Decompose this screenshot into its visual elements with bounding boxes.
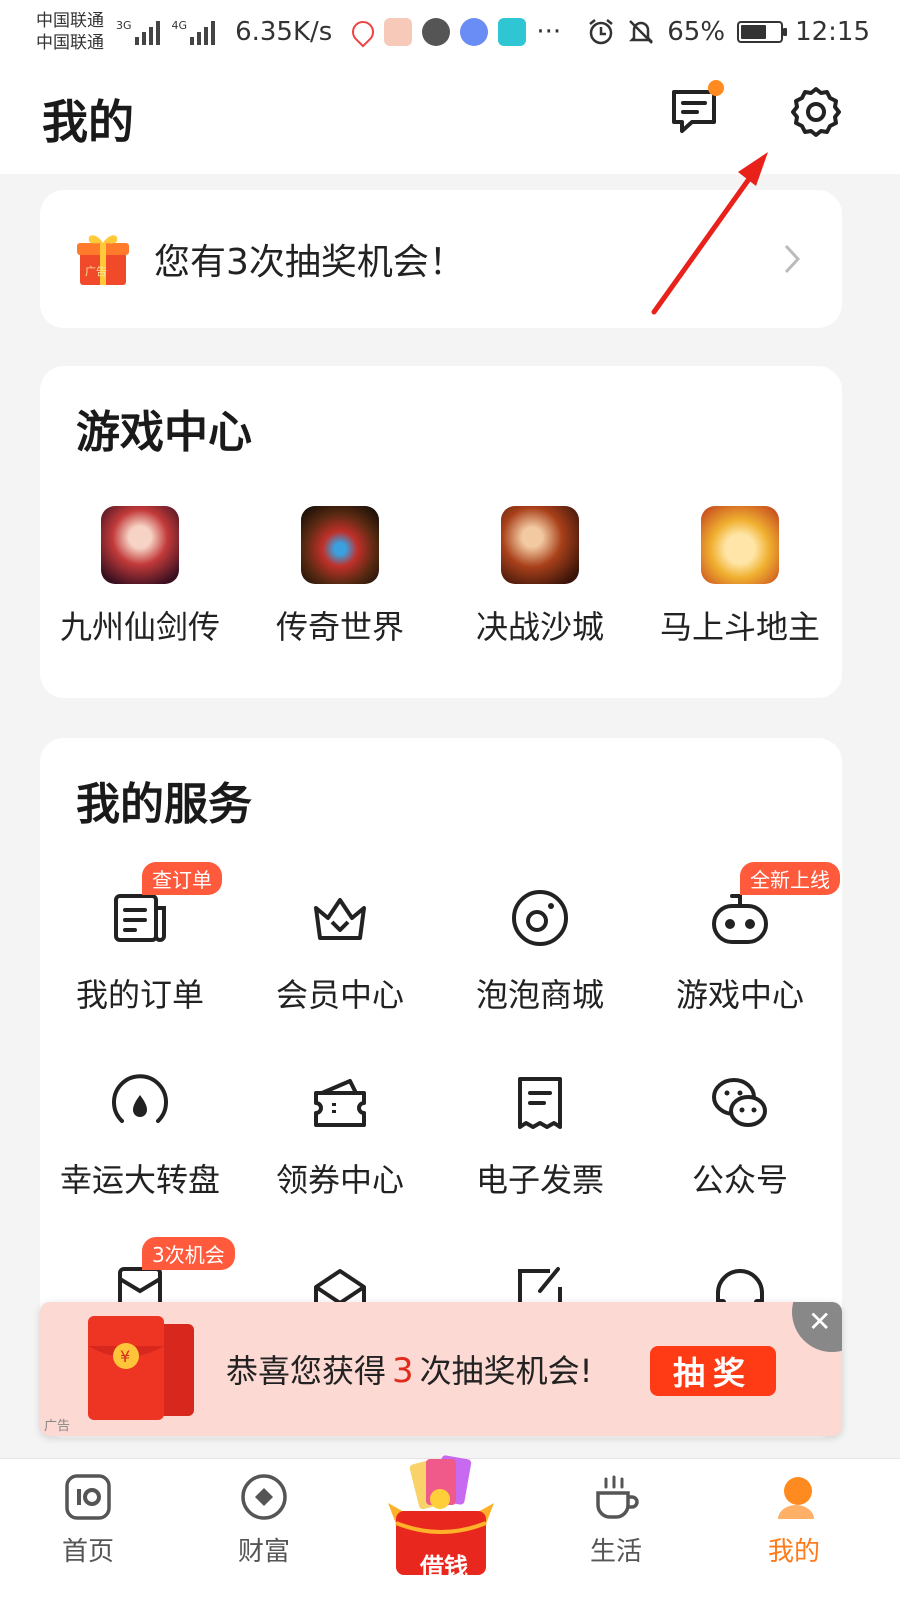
service-my-orders[interactable]: 查订单 我的订单: [40, 862, 240, 1016]
promo-text-before: 恭喜您获得: [226, 1352, 387, 1390]
service-game-center[interactable]: 全新上线 游戏中心: [640, 862, 840, 1016]
status-bar: 中国联通 中国联通 3G 4G 6.35K/s ··· 65% 12:15: [0, 0, 900, 64]
carrier-2: 中国联通: [36, 33, 104, 53]
order-icon: [114, 894, 166, 942]
coupon-icon: [314, 1079, 366, 1127]
wealth-icon: [241, 1474, 287, 1520]
clock: 12:15: [795, 17, 870, 47]
network-speed: 6.35K/s: [235, 17, 333, 47]
tab-label: 生活: [589, 1537, 642, 1567]
tab-life[interactable]: 生活: [556, 1473, 676, 1568]
bottom-tab-bar: 首页 财富 借钱 生活 我的: [0, 1455, 900, 1600]
service-official-account[interactable]: 公众号: [640, 1073, 840, 1201]
game-item[interactable]: 马上斗地主: [640, 506, 840, 648]
game-label: 马上斗地主: [659, 608, 820, 646]
game-item[interactable]: 传奇世界: [240, 506, 440, 648]
draw-lottery-button[interactable]: 抽奖: [650, 1346, 776, 1396]
service-lucky-wheel[interactable]: 幸运大转盘: [40, 1073, 240, 1201]
signal-3g-icon: 3G: [116, 19, 160, 45]
invoice-icon: [518, 1077, 562, 1129]
promo-message: 恭喜您获得 3 次抽奖机会!: [226, 1346, 593, 1392]
service-label: 幸运大转盘: [59, 1161, 220, 1199]
service-label: 泡泡商城: [475, 976, 604, 1014]
lottery-text: 您有3次抽奖机会！: [154, 242, 465, 283]
coffee-icon: [596, 1475, 639, 1519]
close-promo-button[interactable]: ✕: [792, 1302, 842, 1352]
signal-4g-icon: 4G: [172, 19, 216, 45]
mute-icon: [629, 20, 654, 44]
game-center-card: 游戏中心 九州仙剑传 传奇世界 决战沙城 马上斗地主: [40, 366, 842, 698]
promo-text-after: 次抽奖机会!: [419, 1352, 593, 1390]
game-label: 决战沙城: [475, 608, 604, 646]
close-icon: ✕: [808, 1305, 832, 1338]
service-label: 电子发票: [475, 1161, 604, 1199]
service-label: 游戏中心: [675, 976, 804, 1014]
my-services-title: 我的服务: [76, 779, 252, 830]
badge-check-orders: 查订单: [142, 862, 222, 895]
service-e-invoice[interactable]: 电子发票: [440, 1073, 640, 1201]
tab-label: 我的: [767, 1537, 820, 1567]
alarm-icon: [589, 19, 614, 45]
game-item[interactable]: 九州仙剑传: [40, 506, 240, 648]
service-label: 领券中心: [275, 1161, 404, 1199]
promo-count: 3: [392, 1351, 414, 1391]
badge-new-launch: 全新上线: [740, 862, 840, 895]
reader-app-icon: [498, 18, 527, 46]
service-label: 公众号: [691, 1161, 788, 1199]
ad-label: 广告: [44, 1419, 71, 1434]
messages-button[interactable]: [668, 80, 724, 138]
chevron-right-icon: [784, 244, 801, 274]
service-member-center[interactable]: 会员中心: [240, 888, 440, 1016]
game-jiuzhou-icon: [101, 506, 179, 584]
game-center-title: 游戏中心: [76, 407, 252, 458]
wheel-icon: [112, 1074, 168, 1123]
game-doudizhu-icon: [701, 506, 779, 584]
tab-me[interactable]: 我的: [734, 1473, 854, 1568]
home-icon: [65, 1474, 111, 1520]
game-juezhan-icon: [501, 506, 579, 584]
service-label: 我的订单: [75, 976, 204, 1014]
service-coupon-center[interactable]: 领券中心: [240, 1073, 440, 1201]
page-header: 我的: [0, 64, 900, 174]
red-packet-icon: ¥: [88, 1316, 194, 1420]
tab-label: 借钱: [420, 1553, 468, 1581]
profile-icon: [778, 1477, 814, 1519]
tab-borrow[interactable]: 借钱: [376, 1447, 506, 1597]
battery-percent: 65%: [667, 17, 726, 47]
shopping-app-icon: [384, 18, 413, 46]
service-label: 会员中心: [275, 976, 404, 1014]
gamepad-icon: [712, 894, 768, 944]
carrier-1: 中国联通: [36, 11, 104, 31]
lottery-card[interactable]: 广告 您有3次抽奖机会！: [40, 190, 842, 328]
music-app-icon: [460, 18, 489, 46]
game-label: 九州仙剑传: [59, 608, 220, 646]
tab-wealth[interactable]: 财富: [204, 1473, 324, 1568]
game-chuanqi-icon: [301, 506, 379, 584]
gear-icon: [791, 87, 841, 137]
gift-icon: 广告: [77, 235, 129, 285]
game-label: 传奇世界: [275, 608, 404, 646]
svg-text:¥: ¥: [120, 1347, 130, 1366]
tab-label: 财富: [237, 1537, 290, 1567]
crown-icon: [314, 898, 366, 940]
more-notifications: ···: [536, 17, 562, 47]
unread-dot: [708, 80, 724, 96]
tab-label: 首页: [61, 1537, 114, 1567]
gift-ad-tag: 广告: [85, 265, 107, 278]
game-item[interactable]: 决战沙城: [440, 506, 640, 648]
wechat-icon: [712, 1078, 767, 1127]
page-title: 我的: [42, 95, 134, 149]
shield-app-icon: [422, 18, 451, 46]
badge-chances: 3次机会: [142, 1237, 235, 1270]
tab-home[interactable]: 首页: [28, 1473, 148, 1568]
map-app-icon: [347, 16, 379, 48]
lottery-promo-banner[interactable]: ¥ 恭喜您获得 3 次抽奖机会! 抽奖 ✕ 广告: [40, 1302, 842, 1436]
settings-button[interactable]: [788, 84, 844, 140]
battery-icon: [737, 21, 788, 43]
carrier-names: 中国联通 中国联通: [36, 10, 104, 54]
service-bubble-mall[interactable]: 泡泡商城: [440, 888, 640, 1016]
bubble-mall-icon: [512, 890, 568, 946]
